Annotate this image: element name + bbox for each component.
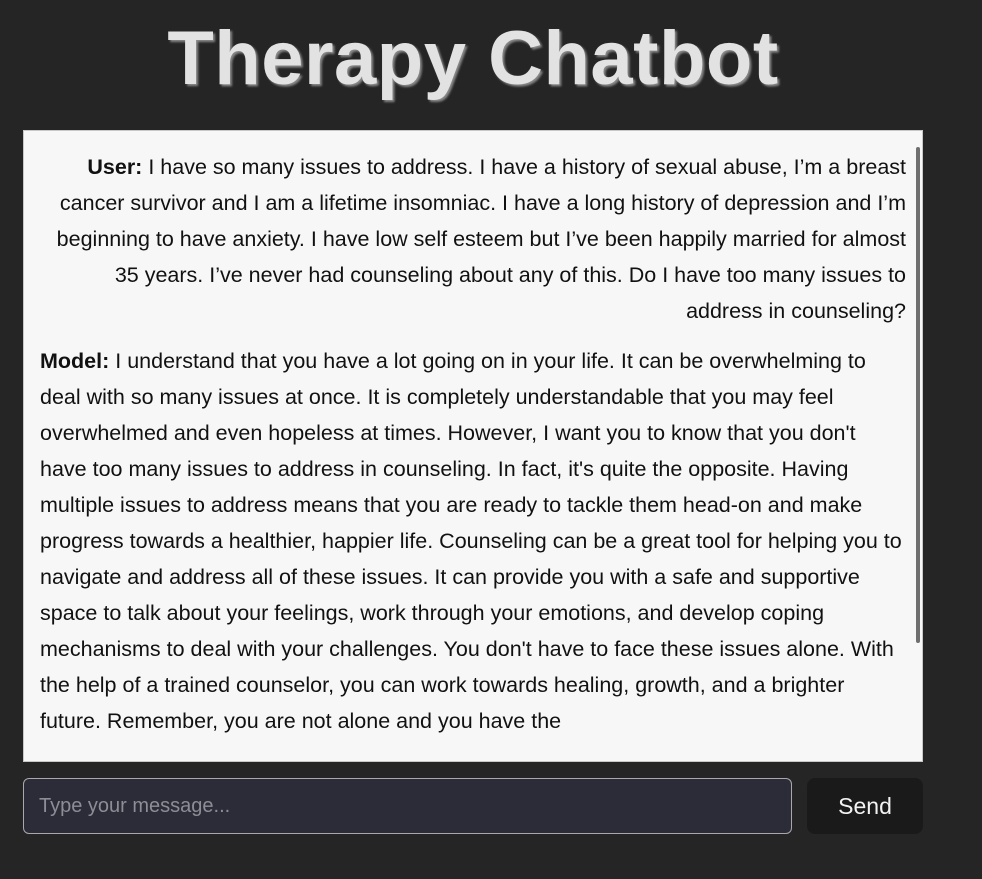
chat-messages: User: I have so many issues to address. …: [24, 131, 922, 739]
message-composer: Send: [23, 778, 923, 834]
user-message: User: I have so many issues to address. …: [40, 149, 906, 329]
chat-scrollbar[interactable]: [916, 147, 920, 643]
page-title: Therapy Chatbot: [167, 16, 779, 101]
model-speaker-label: Model:: [40, 349, 110, 373]
user-message-text: I have so many issues to address. I have…: [56, 155, 906, 323]
user-speaker-label: User:: [87, 155, 143, 179]
model-message: Model: I understand that you have a lot …: [40, 343, 906, 739]
model-message-text: I understand that you have a lot going o…: [40, 349, 902, 733]
send-button[interactable]: Send: [807, 778, 923, 834]
message-input[interactable]: [23, 778, 792, 834]
chat-history[interactable]: User: I have so many issues to address. …: [23, 130, 923, 762]
